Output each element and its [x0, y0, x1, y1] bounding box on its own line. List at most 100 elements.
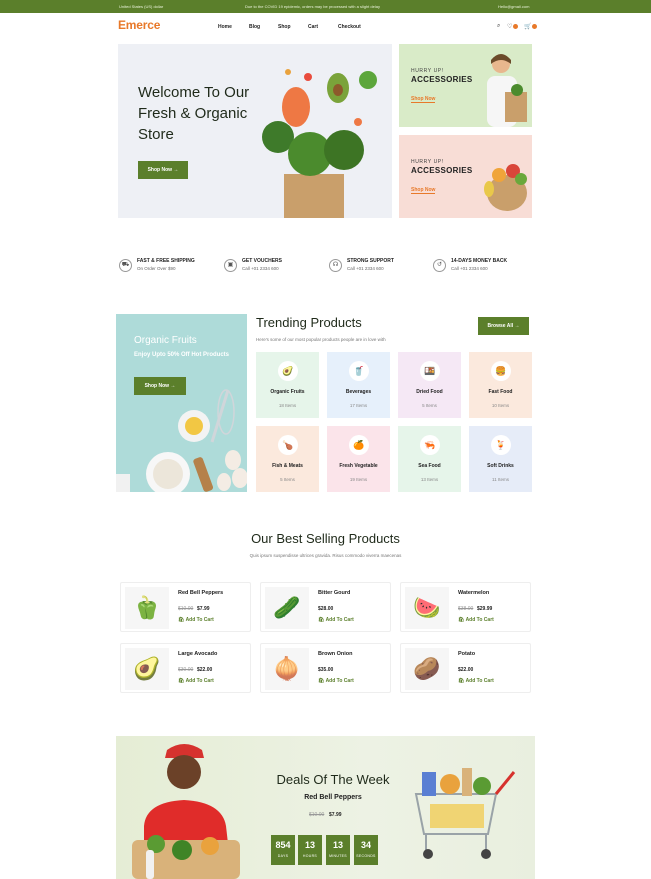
product-old-price: $30.00: [178, 667, 194, 673]
countdown-value: 34: [360, 840, 371, 850]
search-icon[interactable]: ⌕: [497, 23, 500, 30]
baking-ingredients-illustration: [116, 389, 247, 492]
product-card-brown-onion[interactable]: 🧅 Brown Onion $35.00 🛍 Add To Cart: [260, 643, 391, 693]
product-name[interactable]: Potato: [458, 651, 475, 657]
add-to-cart-button[interactable]: 🛍 Add To Cart: [318, 617, 354, 623]
countdown-days: 854 DAYS: [271, 835, 295, 865]
category-name: Fast Food: [488, 389, 513, 395]
product-card-bitter-gourd[interactable]: 🥒 Bitter Gourd $28.00 🛍 Add To Cart: [260, 582, 391, 632]
promo-shop-now-link[interactable]: Shop Now: [411, 187, 436, 194]
product-image[interactable]: 🫑: [125, 587, 169, 629]
hero-shop-now-button[interactable]: Shop Now →: [138, 161, 188, 179]
category-card-fish-meats[interactable]: 🍗 Fish & Meats 5 Items: [256, 426, 319, 492]
product-card-potato[interactable]: 🥔 Potato $22.00 🛍 Add To Cart: [400, 643, 531, 693]
category-icon: 🍗: [278, 435, 298, 455]
category-count: 18 Items: [278, 403, 297, 408]
category-card-soft-drinks[interactable]: 🍹 Soft Drinks 11 Items: [469, 426, 532, 492]
vegetables-illustration: [262, 69, 377, 218]
category-name: Fish & Meats: [272, 463, 303, 469]
category-name: Fresh Vegetable: [339, 463, 378, 469]
delivery-man-illustration: [132, 744, 240, 879]
countdown-value: 854: [275, 840, 291, 850]
category-icon: 🍱: [420, 361, 440, 381]
category-icon: 🥤: [349, 361, 369, 381]
truck-icon: ⛟: [119, 259, 132, 272]
wishlist-icon[interactable]: ♡: [507, 23, 519, 30]
category-card-sea-food[interactable]: 🦐 Sea Food 13 Items: [398, 426, 461, 492]
category-count: 13 Items: [420, 477, 439, 482]
add-to-cart-button[interactable]: 🛍 Add To Cart: [458, 617, 494, 623]
nav-checkout[interactable]: Checkout: [338, 24, 361, 30]
headset-icon: ☊: [329, 259, 342, 272]
feature-subtitle: On Order Over $90: [137, 266, 176, 271]
countdown-minutes: 13 MINUTES: [326, 835, 350, 865]
countdown-label: DAYS: [277, 854, 289, 858]
category-name: Sea Food: [418, 463, 441, 469]
countdown-label: MINUTES: [329, 854, 347, 858]
category-icon: 🍹: [491, 435, 511, 455]
promo-shop-now-link[interactable]: Shop Now: [411, 96, 436, 103]
product-name[interactable]: Bitter Gourd: [318, 590, 350, 596]
hero-banner: Welcome To Our Fresh & Organic Store Sho…: [118, 44, 392, 218]
product-name[interactable]: Watermelon: [458, 590, 489, 596]
product-name[interactable]: Large Avocado: [178, 651, 217, 657]
product-name[interactable]: Red Bell Peppers: [178, 590, 223, 596]
best-selling-subtitle: Quis ipsum suspendisse ultrices gravida.…: [249, 553, 402, 558]
nav-home[interactable]: Home: [218, 24, 232, 30]
product-old-price: $38.00: [458, 606, 474, 612]
category-name: Soft Drinks: [487, 463, 514, 469]
category-icon: 🥑: [278, 361, 298, 381]
deals-title: Deals Of The Week: [276, 772, 390, 787]
gift-icon: ▣: [224, 259, 237, 272]
cart-icon: 🛍: [178, 617, 186, 623]
category-name: Organic Fruits: [270, 389, 305, 395]
browse-all-button[interactable]: Browse All →: [478, 317, 529, 335]
add-to-cart-button[interactable]: 🛍 Add To Cart: [178, 678, 214, 684]
product-image[interactable]: 🥔: [405, 648, 449, 690]
product-card-watermelon[interactable]: 🍉 Watermelon $38.00 $29.99 🛍 Add To Cart: [400, 582, 531, 632]
currency-selector[interactable]: United States (US) dollar: [119, 4, 163, 9]
product-image[interactable]: 🍉: [405, 587, 449, 629]
category-card-fast-food[interactable]: 🍔 Fast Food 10 Items: [469, 352, 532, 418]
countdown-seconds: 34 SECONDS: [354, 835, 378, 865]
category-card-fresh-vegetable[interactable]: 🍊 Fresh Vegetable 19 Items: [327, 426, 390, 492]
trending-subtitle: Here's some of our most popular products…: [256, 337, 386, 342]
product-card-red-bell-peppers[interactable]: 🫑 Red Bell Peppers $10.00 $7.99 🛍 Add To Car…: [120, 582, 251, 632]
product-image[interactable]: 🥑: [125, 648, 169, 690]
category-card-dried-food[interactable]: 🍱 Dried Food 5 Items: [398, 352, 461, 418]
add-to-cart-button[interactable]: 🛍 Add To Cart: [178, 617, 214, 623]
product-image[interactable]: 🥒: [265, 587, 309, 629]
covid-notice: Due to the COVID 19 epidemic, orders may…: [245, 4, 380, 9]
category-card-organic-fruits[interactable]: 🥑 Organic Fruits 18 Items: [256, 352, 319, 418]
site-logo[interactable]: Emerce: [118, 18, 160, 32]
feature-subtitle: Call +01 2334 600: [242, 266, 279, 271]
promo-card-accessories-1[interactable]: HURRY UP! ACCESSORIES Shop Now: [399, 44, 532, 127]
cart-icon[interactable]: 🛒: [524, 23, 538, 30]
product-name[interactable]: Brown Onion: [318, 651, 353, 657]
organic-fruits-banner: Organic Fruits Enjoy Upto 50% Off Hot Pr…: [116, 314, 247, 492]
product-card-large-avocado[interactable]: 🥑 Large Avocado $30.00 $22.00 🛍 Add To Cart: [120, 643, 251, 693]
category-card-beverages[interactable]: 🥤 Beverages 17 Items: [327, 352, 390, 418]
contact-email[interactable]: Hello@gmail.com: [498, 4, 529, 9]
nav-cart[interactable]: Cart: [308, 24, 318, 30]
cart-icon: 🛍: [458, 678, 466, 684]
feature-subtitle: Call +01 2334 600: [451, 266, 488, 271]
add-to-cart-button[interactable]: 🛍 Add To Cart: [318, 678, 354, 684]
nav-blog[interactable]: Blog: [249, 24, 260, 30]
product-image[interactable]: 🧅: [265, 648, 309, 690]
nav-shop[interactable]: Shop: [278, 24, 291, 30]
shopping-cart-illustration: [414, 768, 516, 859]
deal-old-price: $10.00: [309, 812, 325, 818]
add-to-cart-button[interactable]: 🛍 Add To Cart: [458, 678, 494, 684]
category-icon: 🍊: [349, 435, 369, 455]
top-announcement-bar: United States (US) dollar Due to the COV…: [0, 0, 651, 13]
promo-card-accessories-2[interactable]: HURRY UP! ACCESSORIES Shop Now: [399, 135, 532, 218]
product-old-price: $10.00: [178, 606, 194, 612]
feature-title: STRONG SUPPORT: [347, 258, 394, 264]
product-price: $35.00: [318, 667, 334, 673]
promo-title: ACCESSORIES: [411, 166, 473, 175]
promo-title: ACCESSORIES: [411, 75, 473, 84]
countdown-label: SECONDS: [356, 854, 376, 858]
deal-price: $7.99: [329, 812, 342, 818]
banner-subtitle: Enjoy Upto 50% Off Hot Products: [134, 352, 230, 358]
